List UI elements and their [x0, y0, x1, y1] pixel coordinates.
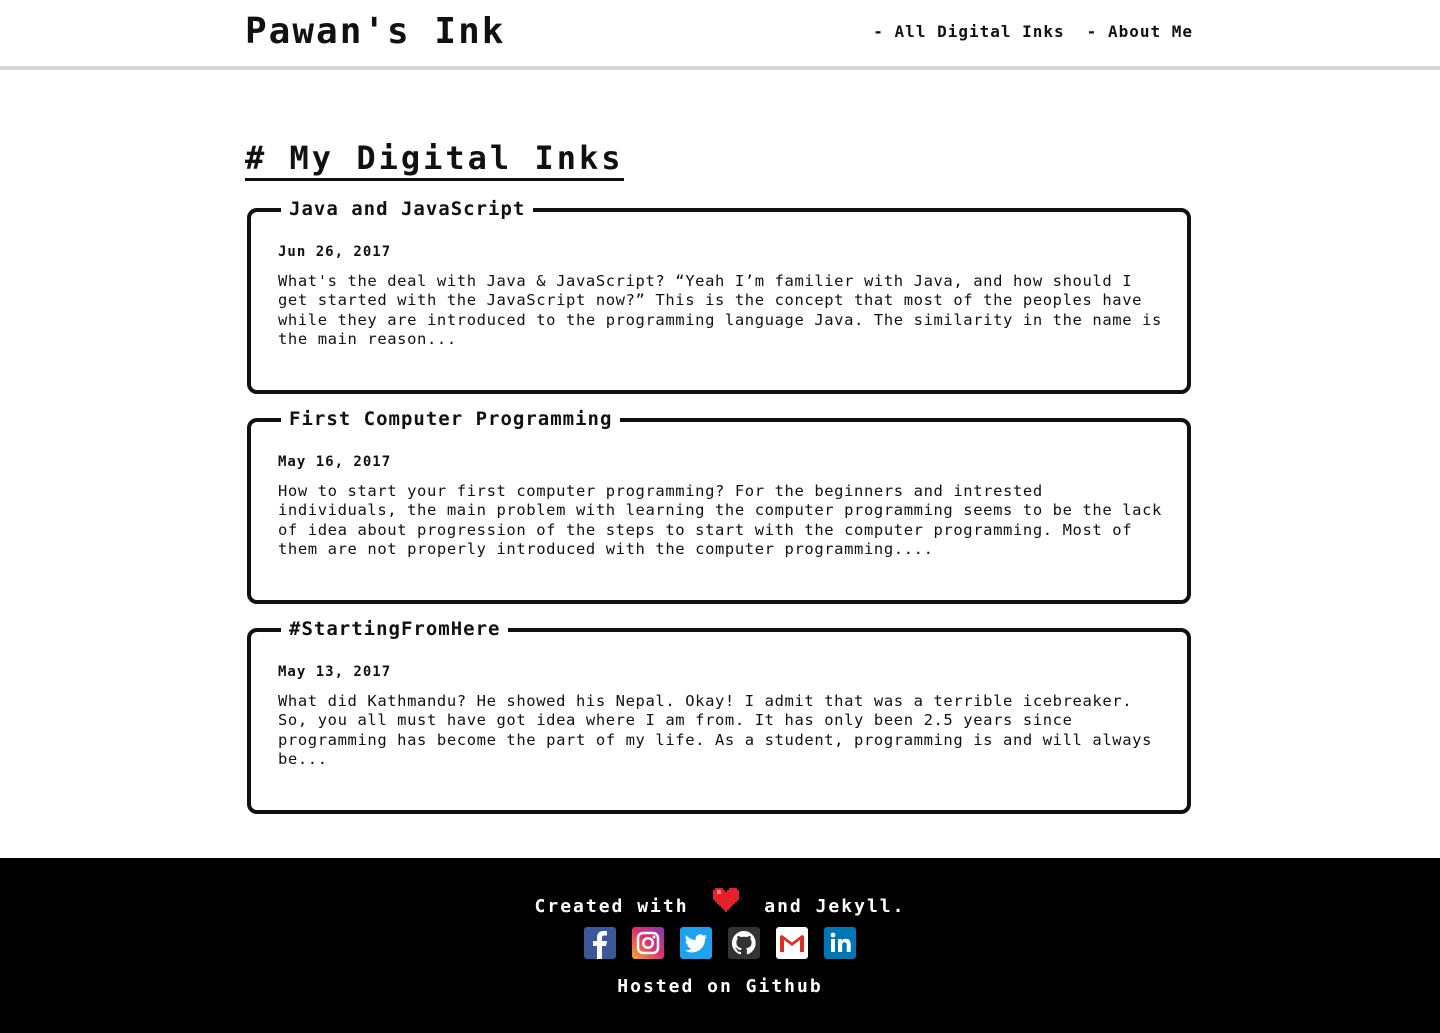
- hosted-on: Hosted on Github: [0, 976, 1440, 997]
- facebook-icon[interactable]: [584, 927, 616, 959]
- hosted-on-github-link[interactable]: Hosted on Github: [617, 976, 822, 997]
- site-footer: Created with and Jekyll. Hosted on Githu…: [0, 858, 1440, 1033]
- linkedin-icon[interactable]: [824, 927, 856, 959]
- social-links: [584, 927, 856, 959]
- github-icon[interactable]: [728, 927, 760, 959]
- post-card: #StartingFromHere May 13, 2017 What did …: [247, 618, 1191, 814]
- twitter-icon[interactable]: [680, 927, 712, 959]
- post-card: First Computer Programming May 16, 2017 …: [247, 408, 1191, 604]
- gmail-icon[interactable]: [776, 927, 808, 959]
- post-excerpt: What did Kathmandu? He showed his Nepal.…: [278, 692, 1152, 768]
- post-excerpt: What's the deal with Java & JavaScript? …: [278, 272, 1162, 348]
- footer-credit: Created with and Jekyll.: [0, 886, 1440, 919]
- credit-suffix: and Jekyll.: [764, 896, 906, 917]
- heart-icon: [711, 886, 741, 919]
- site-header: Pawan's Ink - All Digital Inks - About M…: [0, 0, 1440, 70]
- nav-all-digital-inks[interactable]: - All Digital Inks: [873, 22, 1064, 41]
- post-date: Jun 26, 2017: [278, 244, 392, 260]
- nav-about-me[interactable]: - About Me: [1087, 22, 1193, 41]
- main-nav: - All Digital Inks - About Me: [873, 22, 1193, 41]
- page-title: # My Digital Inks: [245, 138, 624, 181]
- post-card: Java and JavaScript Jun 26, 2017 What's …: [247, 198, 1191, 394]
- post-title-link[interactable]: #StartingFromHere: [281, 618, 509, 640]
- post-title-link[interactable]: Java and JavaScript: [281, 198, 534, 220]
- instagram-icon[interactable]: [632, 927, 664, 959]
- post-excerpt: How to start your first computer program…: [278, 482, 1162, 558]
- credit-prefix: Created with: [534, 896, 689, 917]
- site-title[interactable]: Pawan's Ink: [245, 11, 505, 52]
- post-date: May 16, 2017: [278, 454, 392, 470]
- post-title-link[interactable]: First Computer Programming: [281, 408, 621, 430]
- post-date: May 13, 2017: [278, 664, 392, 680]
